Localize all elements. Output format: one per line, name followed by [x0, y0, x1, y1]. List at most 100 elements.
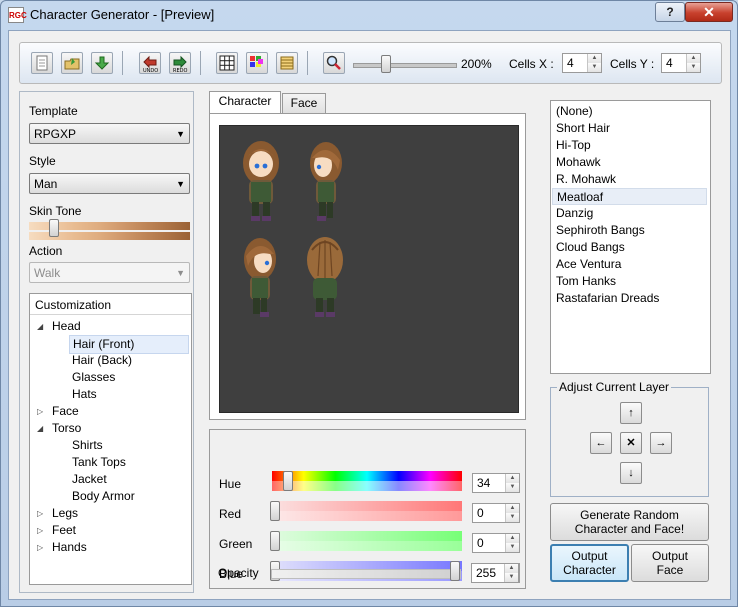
- tree-node[interactable]: Glasses: [72, 369, 115, 386]
- layer-option[interactable]: Cloud Bangs: [552, 239, 707, 256]
- green-slider[interactable]: [272, 531, 462, 551]
- layer-option[interactable]: Sephiroth Bangs: [552, 222, 707, 239]
- close-button[interactable]: ✕: [685, 2, 733, 22]
- move-down-button[interactable]: ↓: [620, 462, 642, 484]
- new-document-button[interactable]: [31, 52, 53, 74]
- cells-x-spinner[interactable]: 4 ▲ ▼: [562, 53, 602, 73]
- template-select[interactable]: RPGXP ▼: [29, 123, 190, 144]
- skin-tone-thumb[interactable]: [49, 219, 59, 237]
- layer-option[interactable]: Rastafarian Dreads: [552, 290, 707, 307]
- arrow-down-icon: ↓: [628, 467, 634, 479]
- tree-node[interactable]: Tank Tops: [72, 454, 126, 471]
- undo-icon: UNDO: [143, 55, 158, 74]
- layers-button[interactable]: [276, 52, 298, 74]
- customization-tree[interactable]: Customization ◢ Head Hair (Front) Hair (Bac…: [29, 293, 192, 585]
- palette-button[interactable]: [246, 52, 268, 74]
- layer-option[interactable]: Tom Hanks: [552, 273, 707, 290]
- reset-icon: ✕: [626, 437, 636, 449]
- svg-text:REDO: REDO: [173, 68, 187, 73]
- spin-down-icon[interactable]: ▼: [505, 573, 518, 582]
- hue-spinner[interactable]: 34 ▲ ▼: [472, 473, 520, 493]
- green-spinner[interactable]: 0 ▲ ▼: [472, 533, 520, 553]
- save-button[interactable]: [91, 52, 113, 74]
- red-thumb[interactable]: [270, 501, 280, 521]
- red-value: 0: [477, 506, 484, 520]
- layer-option[interactable]: Short Hair: [552, 120, 707, 137]
- output-character-button[interactable]: Output Character: [550, 544, 629, 582]
- layer-option[interactable]: Danzig: [552, 205, 707, 222]
- tree-node[interactable]: Legs: [52, 505, 78, 522]
- style-select[interactable]: Man ▼: [29, 173, 190, 194]
- red-spinner[interactable]: 0 ▲ ▼: [472, 503, 520, 523]
- layer-option[interactable]: Hi-Top: [552, 137, 707, 154]
- move-right-button[interactable]: →: [650, 432, 672, 454]
- zoom-slider-track[interactable]: [353, 63, 457, 68]
- opacity-slider[interactable]: [271, 569, 461, 579]
- green-label: Green: [219, 537, 253, 551]
- toolbar: UNDO REDO 200% Cells X : 4 ▲ ▼ Cells Y:…: [19, 42, 722, 84]
- hue-slider[interactable]: [272, 471, 462, 491]
- title-bar[interactable]: RGC Character Generator - [Preview] ? ✕: [1, 1, 737, 29]
- toolbar-separator: [307, 51, 308, 75]
- grid-icon: [219, 55, 235, 71]
- layer-option[interactable]: Ace Ventura: [552, 256, 707, 273]
- layer-option[interactable]: R. Mohawk: [552, 171, 707, 188]
- zoom-level: 200%: [461, 57, 492, 71]
- move-left-button[interactable]: ←: [590, 432, 612, 454]
- expand-icon[interactable]: ▷: [37, 509, 43, 518]
- toolbar-separator: [122, 51, 123, 75]
- cells-x-label: Cells X :: [509, 57, 554, 71]
- output-face-button[interactable]: Output Face: [631, 544, 709, 582]
- spin-down-icon[interactable]: ▼: [506, 543, 519, 552]
- skin-tone-label: Skin Tone: [29, 204, 82, 218]
- hue-thumb[interactable]: [283, 471, 293, 491]
- tree-node[interactable]: Hats: [72, 386, 97, 403]
- spin-down-icon[interactable]: ▼: [588, 63, 601, 72]
- help-button[interactable]: ?: [655, 2, 685, 22]
- action-select[interactable]: Walk ▼: [29, 262, 190, 283]
- expand-icon[interactable]: ▷: [37, 526, 43, 535]
- spin-down-icon[interactable]: ▼: [506, 483, 519, 492]
- tab-character[interactable]: Character: [209, 91, 281, 113]
- layer-option[interactable]: Mohawk: [552, 154, 707, 171]
- tree-node[interactable]: Body Armor: [72, 488, 135, 505]
- move-up-button[interactable]: ↑: [620, 402, 642, 424]
- app-logo-icon: RGC: [8, 7, 27, 23]
- expand-icon[interactable]: ▷: [37, 543, 43, 552]
- tree-node[interactable]: Head: [52, 318, 81, 335]
- layer-options-list[interactable]: (None) Short Hair Hi-Top Mohawk R. Mohawk Mea…: [550, 100, 711, 374]
- spin-down-icon[interactable]: ▼: [687, 63, 700, 72]
- zoom-slider-thumb[interactable]: [380, 55, 391, 73]
- opacity-spinner[interactable]: 255 ▲ ▼: [471, 563, 519, 583]
- collapse-icon[interactable]: ◢: [37, 322, 43, 331]
- style-label: Style: [29, 154, 56, 168]
- magnifier-icon: [326, 55, 341, 70]
- green-thumb[interactable]: [270, 531, 280, 551]
- reset-position-button[interactable]: ✕: [620, 432, 642, 454]
- zoom-button[interactable]: [323, 52, 345, 74]
- tree-node[interactable]: Torso: [52, 420, 81, 437]
- redo-button[interactable]: REDO: [169, 52, 191, 74]
- opacity-thumb[interactable]: [450, 561, 460, 581]
- character-preview-canvas[interactable]: [219, 125, 519, 413]
- tree-node[interactable]: Jacket: [72, 471, 107, 488]
- layer-option[interactable]: Meatloaf: [552, 188, 707, 205]
- settings-panel: Template RPGXP ▼ Style Man ▼ Skin Tone A…: [19, 91, 194, 593]
- tree-node[interactable]: Hair (Back): [72, 352, 132, 369]
- expand-icon[interactable]: ▷: [37, 407, 43, 416]
- tree-node[interactable]: Hands: [52, 539, 87, 556]
- generate-random-button[interactable]: Generate Random Character and Face!: [550, 503, 709, 541]
- undo-button[interactable]: UNDO: [139, 52, 161, 74]
- collapse-icon[interactable]: ◢: [37, 424, 43, 433]
- cells-y-spinner[interactable]: 4 ▲ ▼: [661, 53, 701, 73]
- grid-button[interactable]: [216, 52, 238, 74]
- tree-node[interactable]: Face: [52, 403, 79, 420]
- spin-down-icon[interactable]: ▼: [506, 513, 519, 522]
- open-button[interactable]: [61, 52, 83, 74]
- tab-face[interactable]: Face: [282, 93, 326, 113]
- red-slider[interactable]: [272, 501, 462, 521]
- layer-option[interactable]: (None): [552, 103, 707, 120]
- tree-node[interactable]: Shirts: [72, 437, 103, 454]
- template-value: RPGXP: [34, 127, 77, 141]
- tree-node[interactable]: Feet: [52, 522, 76, 539]
